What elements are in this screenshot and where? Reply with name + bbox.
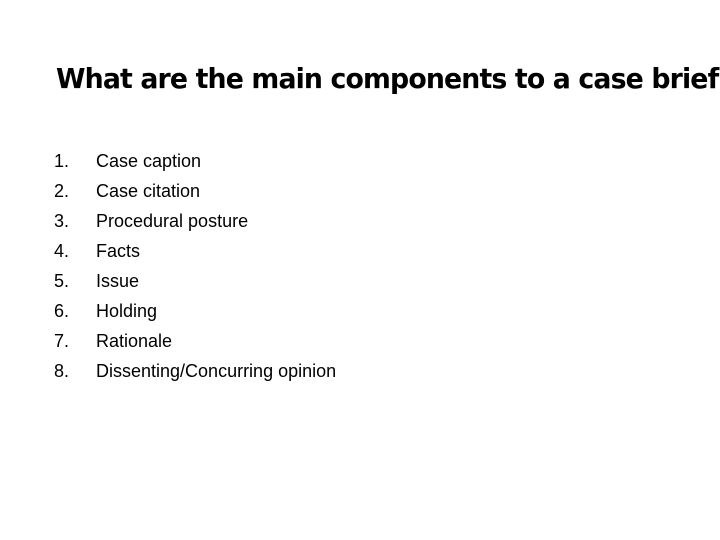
list-item-label: Rationale xyxy=(96,331,173,351)
list-item: 1. Case caption xyxy=(54,146,654,176)
list-item-number: 6. xyxy=(54,301,70,321)
list-item-number: 2. xyxy=(54,181,70,201)
list-item: 5. Issue xyxy=(54,266,654,296)
list-item-number: 8. xyxy=(54,361,70,381)
list-item-number: 5. xyxy=(54,271,70,291)
slide-canvas: What are the main components to a case b… xyxy=(0,0,720,540)
list-item-label: Dissenting/Concurring opinion xyxy=(96,361,337,381)
page-title: What are the main components to a case b… xyxy=(56,62,719,95)
list-item-label: Case caption xyxy=(96,151,202,171)
list-item-number: 7. xyxy=(54,331,70,351)
list-item: 3. Procedural posture xyxy=(54,206,654,236)
list-item-number: 4. xyxy=(54,241,70,261)
list-item: 7. Rationale xyxy=(54,326,654,356)
list-item-number: 3. xyxy=(54,211,70,231)
list-item-number: 1. xyxy=(54,151,70,171)
list-item-label: Holding xyxy=(96,301,158,321)
list-item-label: Case citation xyxy=(96,181,201,201)
list-item-label: Procedural posture xyxy=(96,211,249,231)
list-item-label: Facts xyxy=(96,241,141,261)
list-item: 8. Dissenting/Concurring opinion xyxy=(54,356,654,386)
list-item: 4. Facts xyxy=(54,236,654,266)
list-item: 2. Case citation xyxy=(54,176,654,206)
list-item-label: Issue xyxy=(96,271,140,291)
list-item: 6. Holding xyxy=(54,296,654,326)
numbered-list: 1. Case caption 2. Case citation 3. Proc… xyxy=(54,146,654,386)
